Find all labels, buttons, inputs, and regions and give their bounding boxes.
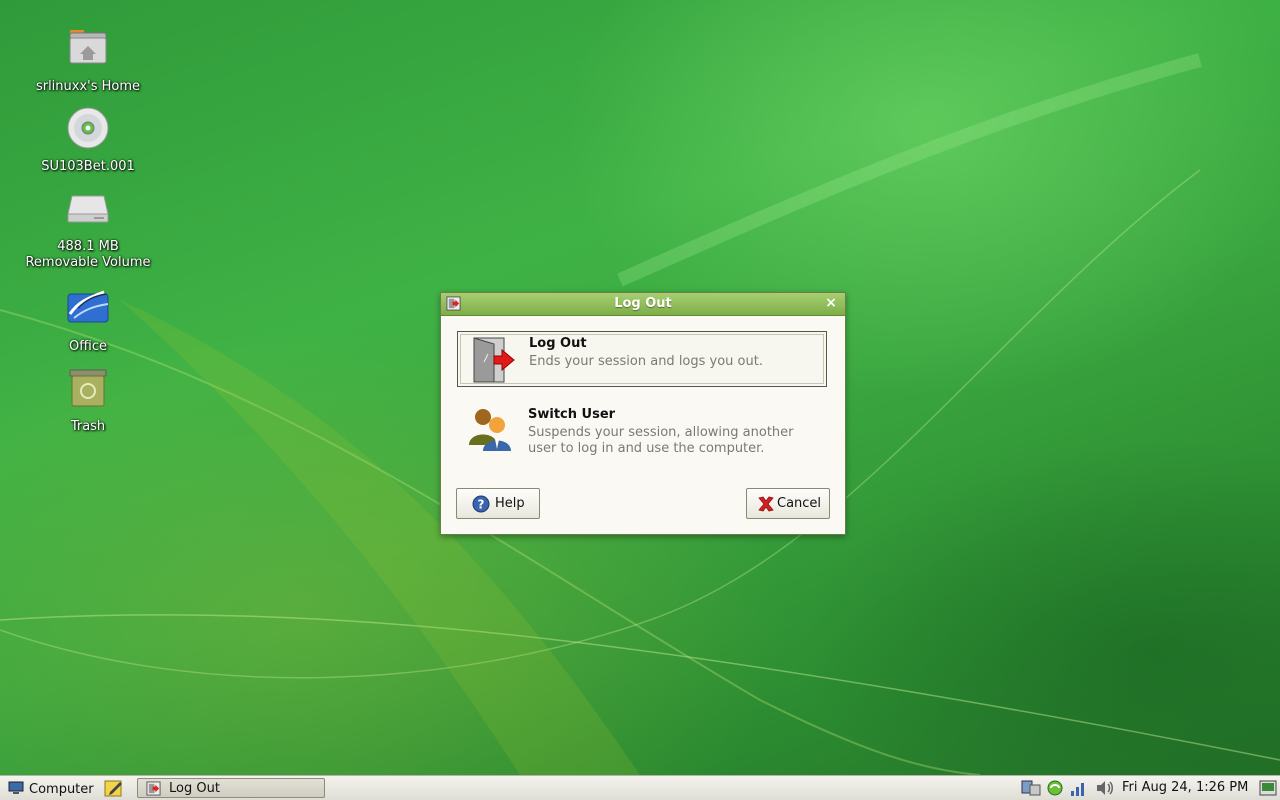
volume-icon[interactable] [1095, 779, 1115, 797]
help-button-label: Help [495, 496, 525, 511]
option-title: Switch User [528, 407, 616, 422]
desktop-icon-cd[interactable]: SU103Bet.001 [13, 104, 163, 175]
desktop-icon-trash[interactable]: Trash [13, 364, 163, 435]
logout-window-icon [146, 781, 161, 796]
dialog-title: Log Out [614, 296, 672, 311]
cd-disc-icon [67, 107, 109, 149]
desktop-icon-home[interactable]: srlinuxx's Home [13, 24, 163, 95]
desktop-icon-office[interactable]: Office [13, 284, 163, 355]
computer-icon [8, 781, 24, 794]
dialog-titlebar[interactable]: Log Out × [441, 293, 845, 316]
cancel-button[interactable]: Cancel [746, 488, 830, 519]
cancel-button-label: Cancel [777, 496, 822, 511]
network-manager-icon[interactable] [1020, 779, 1042, 797]
desktop-icon-label: SU103Bet.001 [41, 159, 135, 174]
note-launcher-icon[interactable] [104, 779, 124, 797]
home-folder-icon [69, 30, 107, 64]
computer-menu-label: Computer [29, 782, 94, 797]
help-button[interactable]: ? Help [456, 488, 540, 519]
option-description: Ends your session and logs you out. [529, 354, 763, 369]
desktop-icon-label: Trash [70, 419, 106, 434]
switch-user-option[interactable]: Switch User Suspends your session, allow… [457, 401, 827, 463]
trash-icon [69, 369, 107, 407]
bottom-panel: Computer Log Out Fri Aug 24, 1:26 PM [0, 775, 1280, 800]
logout-dialog: Log Out × Log Out Ends your session and … [440, 292, 846, 535]
taskbar-item-logout[interactable]: Log Out [137, 778, 325, 798]
logout-door-icon [473, 337, 515, 383]
close-icon[interactable]: × [823, 295, 839, 311]
cancel-x-icon [758, 496, 774, 512]
removable-drive-icon [67, 195, 109, 223]
help-icon: ? [472, 495, 490, 513]
desktop-icon-label: 488.1 MB Removable Volume [25, 239, 151, 270]
taskbar-item-label: Log Out [169, 781, 220, 796]
desktop-icon-label: srlinuxx's Home [35, 79, 141, 94]
desktop-icon-removable-volume[interactable]: 488.1 MB Removable Volume [13, 184, 163, 271]
update-status-icon[interactable] [1045, 779, 1065, 797]
switch-user-icon [469, 409, 511, 451]
panel-clock[interactable]: Fri Aug 24, 1:26 PM [1122, 780, 1248, 795]
desktop-icon-label: Office [69, 339, 107, 354]
signal-strength-icon[interactable] [1070, 779, 1088, 797]
option-title: Log Out [529, 336, 587, 351]
office-suite-icon [67, 290, 109, 323]
svg-text:?: ? [478, 498, 485, 512]
logout-option[interactable]: Log Out Ends your session and logs you o… [457, 331, 827, 387]
show-desktop-icon[interactable] [1258, 779, 1278, 797]
option-description: Suspends your session, allowing another … [528, 425, 794, 456]
